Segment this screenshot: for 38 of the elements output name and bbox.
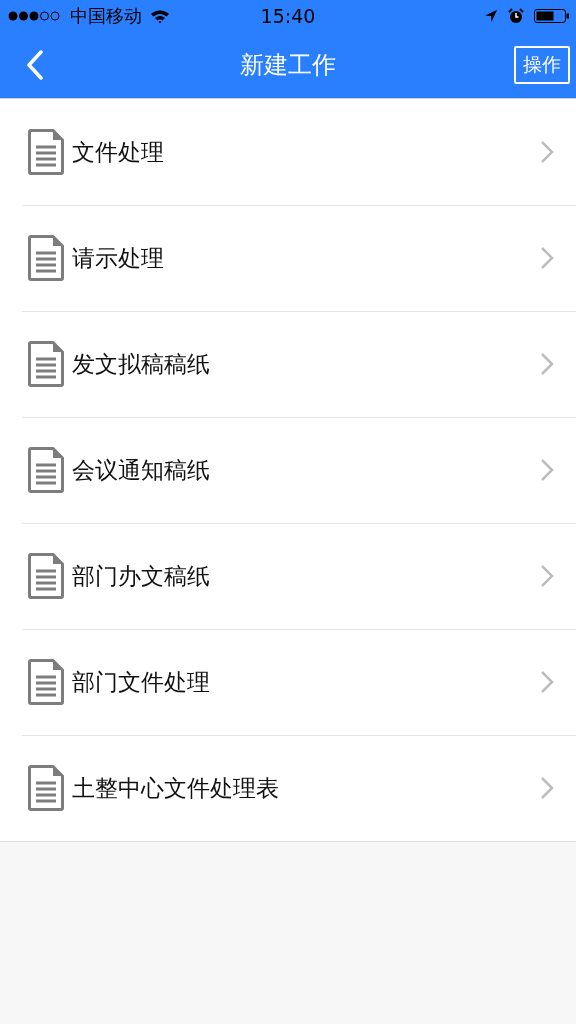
chevron-right-icon — [540, 140, 554, 164]
document-icon — [28, 553, 64, 599]
wifi-icon — [150, 8, 170, 24]
carrier-name: 中国移动 — [70, 4, 142, 28]
list-item[interactable]: 部门办文稿纸 — [0, 523, 576, 629]
list-item[interactable]: 发文拟稿稿纸 — [0, 311, 576, 417]
page-title: 新建工作 — [240, 50, 336, 81]
document-icon — [28, 129, 64, 175]
item-label: 请示处理 — [72, 243, 165, 273]
item-label: 部门文件处理 — [72, 667, 211, 697]
location-arrow-icon — [484, 9, 498, 23]
document-icon — [28, 659, 64, 705]
item-label: 发文拟稿稿纸 — [72, 349, 211, 379]
document-icon — [28, 765, 64, 811]
list-item[interactable]: 请示处理 — [0, 205, 576, 311]
document-icon — [28, 447, 64, 493]
item-label: 部门办文稿纸 — [72, 561, 211, 591]
list-item[interactable]: 会议通知稿纸 — [0, 417, 576, 523]
document-icon — [28, 235, 64, 281]
chevron-right-icon — [540, 776, 554, 800]
alarm-clock-icon — [508, 8, 524, 24]
item-label: 文件处理 — [72, 137, 165, 167]
item-label: 会议通知稿纸 — [72, 455, 211, 485]
list-item[interactable]: 部门文件处理 — [0, 629, 576, 735]
battery-icon — [534, 8, 570, 24]
chevron-right-icon — [540, 246, 554, 270]
status-time: 15:40 — [260, 5, 316, 27]
chevron-left-icon — [26, 50, 44, 80]
chevron-right-icon — [540, 564, 554, 588]
operate-button[interactable]: 操作 — [514, 46, 570, 84]
signal-icon — [8, 10, 62, 22]
chevron-right-icon — [540, 458, 554, 482]
list-item[interactable]: 文件处理 — [0, 99, 576, 205]
chevron-right-icon — [540, 670, 554, 694]
document-icon — [28, 341, 64, 387]
chevron-right-icon — [540, 352, 554, 376]
item-label: 土整中心文件处理表 — [72, 773, 280, 803]
list-item[interactable]: 土整中心文件处理表 — [0, 735, 576, 841]
